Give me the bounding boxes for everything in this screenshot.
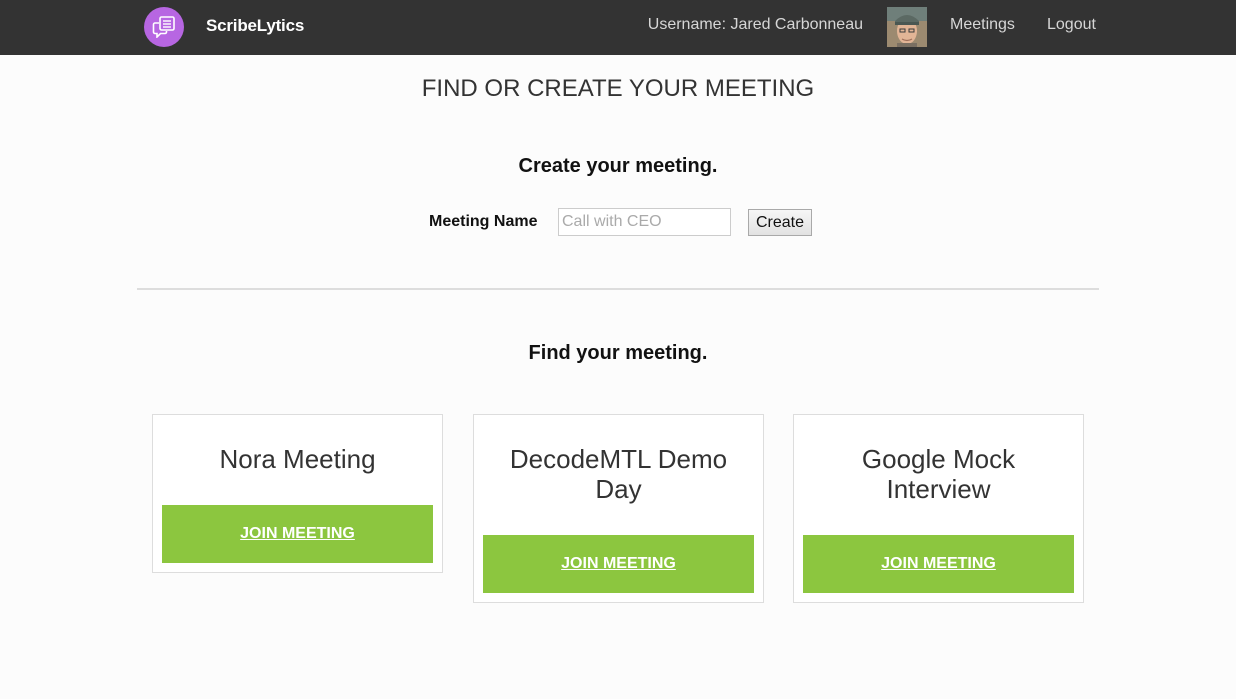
join-meeting-button[interactable]: JOIN MEETING [162,505,433,563]
user-avatar[interactable] [887,7,927,47]
meeting-card: Nora Meeting JOIN MEETING [152,414,443,573]
join-meeting-button[interactable]: JOIN MEETING [483,535,754,593]
meeting-card-title: Nora Meeting [219,444,376,474]
logo[interactable] [144,7,184,47]
chat-bubbles-icon [152,16,175,38]
meeting-card-title: DecodeMTL Demo Day [509,444,728,504]
meeting-name-input[interactable] [558,208,731,236]
meeting-name-label: Meeting Name [429,213,538,230]
page-title: FIND OR CREATE YOUR MEETING [421,75,815,102]
find-meeting-heading: Find your meeting. [528,342,708,364]
avatar-image [887,7,927,47]
top-navbar: ScribeLytics Username: Jared Carbonneau … [0,0,1236,55]
nav-link-logout[interactable]: Logout [1047,16,1096,34]
join-meeting-button[interactable]: JOIN MEETING [803,535,1074,593]
meeting-card: DecodeMTL Demo Day JOIN MEETING [473,414,764,603]
username-label: Username: Jared Carbonneau [647,16,863,33]
section-divider [137,288,1099,290]
meeting-card-title: Google Mock Interview [861,444,1016,504]
create-meeting-heading: Create your meeting. [518,155,718,177]
create-button[interactable]: Create [748,209,812,236]
nav-link-meetings[interactable]: Meetings [950,16,1015,34]
meeting-card: Google Mock Interview JOIN MEETING [793,414,1084,603]
brand-name[interactable]: ScribeLytics [206,16,304,36]
